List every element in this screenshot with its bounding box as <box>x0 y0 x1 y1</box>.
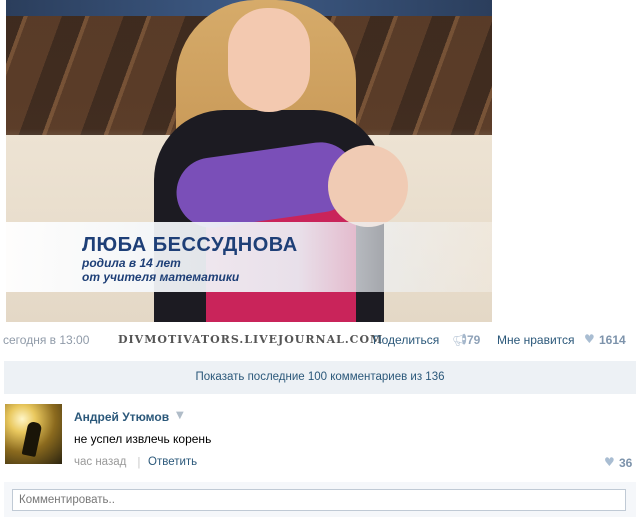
girl-face <box>228 8 310 112</box>
post-date[interactable]: сегодня в 13:00 <box>3 333 89 347</box>
comment-author[interactable]: Андрей Утюмов <box>74 410 169 424</box>
heart-icon[interactable]: ♥ <box>584 332 595 346</box>
comment-time[interactable]: час назад <box>74 456 126 468</box>
comment-form <box>4 482 636 517</box>
comment-input[interactable] <box>12 489 626 511</box>
avatar-figure <box>21 420 43 458</box>
megaphone-icon[interactable]: 📢︎ <box>452 333 467 347</box>
comment-text: не успел извлечь корень <box>74 432 212 446</box>
chevron-down-icon[interactable]: ▼ <box>176 410 184 421</box>
show-comments-button[interactable]: Показать последние 100 комментариев из 1… <box>4 361 636 394</box>
share-button[interactable]: Поделиться <box>373 333 439 347</box>
tv-lower-third <box>6 222 492 292</box>
post-meta-row: сегодня в 13:00 DIVMOTIVATORS.LIVEJOURNA… <box>0 330 640 350</box>
baby-head <box>328 145 408 227</box>
heart-icon[interactable]: ♥ <box>604 455 615 469</box>
post-photo[interactable]: ЛЮБА БЕССУДНОВА родила в 14 лет от учите… <box>6 0 492 322</box>
comment-like-count[interactable]: 36 <box>619 456 632 470</box>
caption-name: ЛЮБА БЕССУДНОВА <box>82 234 298 256</box>
avatar[interactable] <box>5 404 62 464</box>
share-count[interactable]: 79 <box>467 333 480 347</box>
caption-line-2: от учителя математики <box>82 270 240 284</box>
watermark: DIVMOTIVATORS.LIVEJOURNAL.COM <box>118 333 384 346</box>
like-button[interactable]: Мне нравится <box>497 333 575 347</box>
separator: | <box>137 455 141 469</box>
reply-button[interactable]: Ответить <box>148 456 197 468</box>
caption-line-1: родила в 14 лет <box>82 256 181 270</box>
like-count[interactable]: 1614 <box>599 333 626 347</box>
